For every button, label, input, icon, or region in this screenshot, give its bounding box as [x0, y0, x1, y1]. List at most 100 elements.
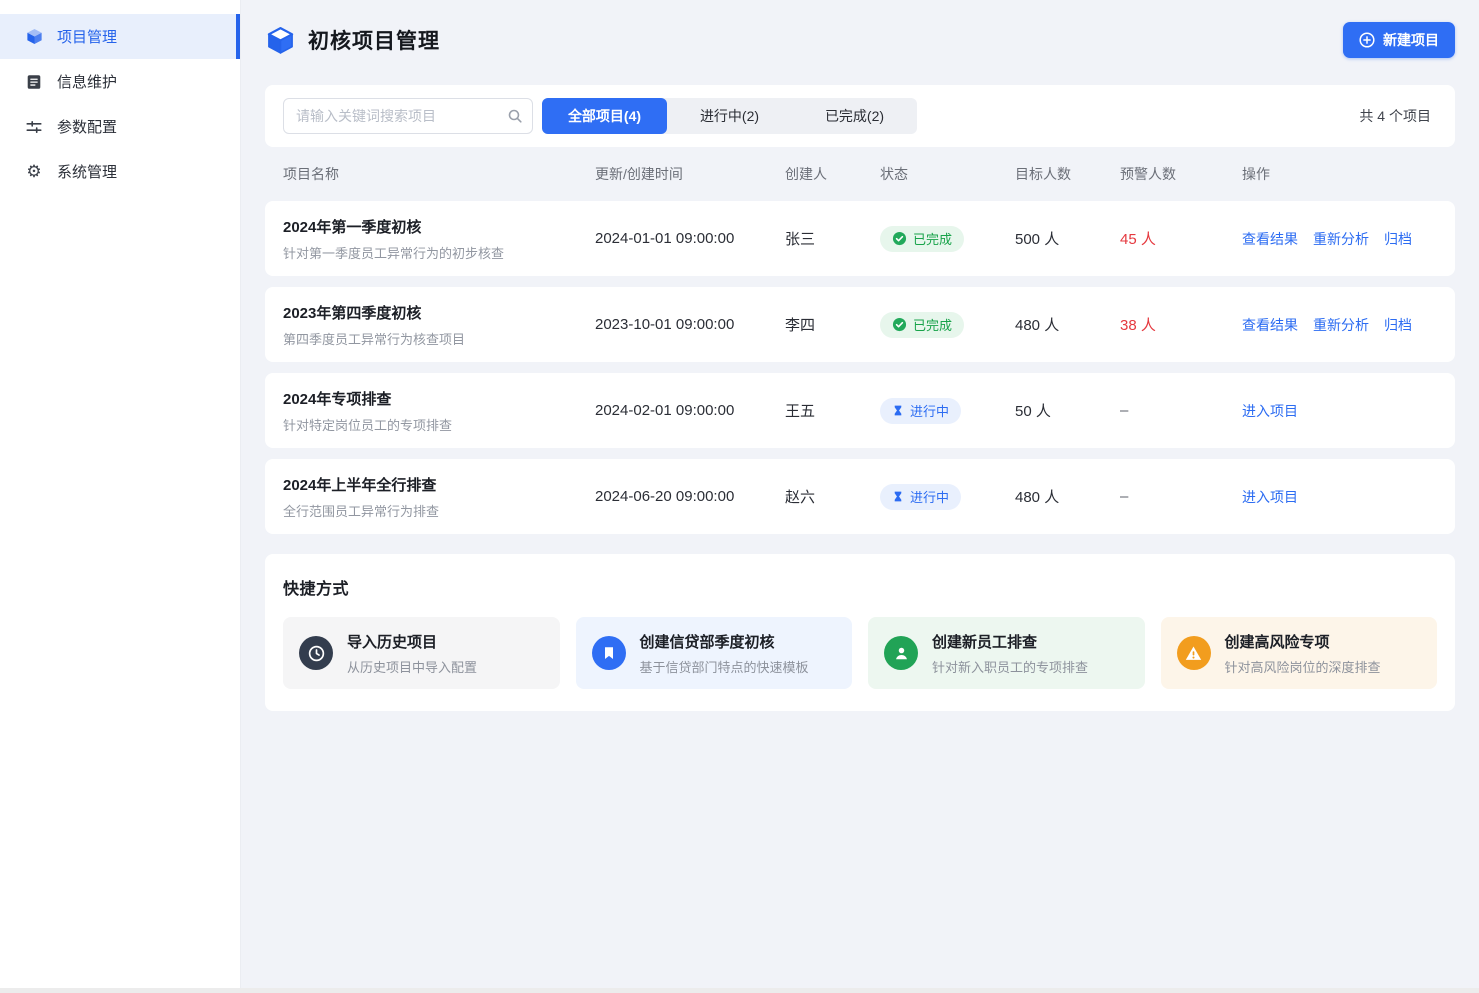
shortcut-card-credit-quarter[interactable]: 创建信贷部季度初核 基于信贷部门特点的快速模板 [576, 617, 853, 689]
column-header-creator: 创建人 [785, 164, 880, 184]
status-badge-label: 已完成 [913, 315, 952, 334]
search-icon[interactable] [507, 108, 523, 129]
project-target-count: 480 人 [1015, 314, 1120, 335]
column-header-warning: 预警人数 [1120, 164, 1242, 184]
action-link[interactable]: 查看结果 [1242, 315, 1298, 335]
table-header: 项目名称 更新/创建时间 创建人 状态 目标人数 预警人数 操作 [265, 147, 1455, 201]
sidebar-item-label: 信息维护 [57, 71, 117, 92]
gear-icon: ⚙ [24, 162, 44, 182]
column-header-time: 更新/创建时间 [595, 164, 785, 184]
column-header-status: 状态 [880, 164, 1015, 184]
page-header-left: 初核项目管理 [265, 25, 440, 56]
shortcut-cards: 导入历史项目 从历史项目中导入配置 创建信贷部季度初核 基于信贷部门特点的快速模… [283, 617, 1437, 689]
project-description: 针对特定岗位员工的专项排查 [283, 415, 595, 434]
shortcut-description: 针对新入职员工的专项排查 [932, 657, 1088, 676]
action-link[interactable]: 进入项目 [1242, 487, 1298, 507]
project-target-count: 500 人 [1015, 228, 1120, 249]
project-status-cell: 进行中 [880, 398, 1015, 424]
hourglass-icon [892, 404, 904, 417]
action-link[interactable]: 进入项目 [1242, 401, 1298, 421]
check-circle-icon [892, 231, 907, 246]
column-header-actions: 操作 [1242, 164, 1437, 184]
action-link[interactable]: 重新分析 [1313, 229, 1369, 249]
column-header-name: 项目名称 [283, 164, 595, 184]
shortcut-description: 针对高风险岗位的深度排查 [1225, 657, 1381, 676]
document-icon [24, 72, 44, 92]
column-header-target: 目标人数 [1015, 164, 1120, 184]
action-link[interactable]: 归档 [1384, 229, 1412, 249]
project-creator: 张三 [785, 228, 880, 249]
status-badge-label: 进行中 [910, 401, 949, 420]
project-time: 2024-06-20 09:00:00 [595, 488, 785, 505]
action-link[interactable]: 重新分析 [1313, 315, 1369, 335]
cube-icon [24, 27, 44, 47]
sidebar-item-label: 系统管理 [57, 161, 117, 182]
action-link[interactable]: 归档 [1384, 315, 1412, 335]
project-description: 针对第一季度员工异常行为的初步核查 [283, 243, 595, 262]
shortcut-title: 创建高风险专项 [1225, 631, 1381, 652]
shortcuts-section: 快捷方式 导入历史项目 从历史项目中导入配置 创建信贷部季度初核 基于信贷部门特… [265, 554, 1455, 711]
hourglass-icon [892, 490, 904, 503]
sidebar-item-system[interactable]: ⚙ 系统管理 [0, 149, 240, 194]
bookmark-icon [592, 636, 626, 670]
project-table: 2024年第一季度初核 针对第一季度员工异常行为的初步核查 2024-01-01… [265, 201, 1455, 534]
status-badge: 已完成 [880, 312, 964, 338]
page-header: 初核项目管理 新建项目 [265, 14, 1455, 66]
project-name-cell: 2023年第四季度初核 第四季度员工异常行为核查项目 [283, 302, 595, 348]
project-time: 2024-01-01 09:00:00 [595, 230, 785, 247]
sidebar-item-params[interactable]: 参数配置 [0, 104, 240, 149]
row-actions: 查看结果重新分析归档 [1242, 229, 1437, 249]
action-link[interactable]: 查看结果 [1242, 229, 1298, 249]
project-name: 2024年第一季度初核 [283, 216, 595, 237]
project-status-cell: 已完成 [880, 312, 1015, 338]
user-icon [884, 636, 918, 670]
table-row: 2024年第一季度初核 针对第一季度员工异常行为的初步核查 2024-01-01… [265, 201, 1455, 276]
status-badge-label: 已完成 [913, 229, 952, 248]
tab-label: 已完成(2) [825, 106, 884, 126]
shortcut-title: 创建信贷部季度初核 [640, 631, 809, 652]
shortcut-card-new-employee[interactable]: 创建新员工排查 针对新入职员工的专项排查 [868, 617, 1145, 689]
project-status-cell: 已完成 [880, 226, 1015, 252]
project-count-label: 共 4 个项目 [1359, 106, 1437, 126]
project-description: 第四季度员工异常行为核查项目 [283, 329, 595, 348]
sidebar-item-info[interactable]: 信息维护 [0, 59, 240, 104]
project-creator: 王五 [785, 400, 880, 421]
table-row: 2024年专项排查 针对特定岗位员工的专项排查 2024-02-01 09:00… [265, 373, 1455, 448]
sliders-icon [24, 117, 44, 137]
search-box [283, 98, 533, 134]
shortcut-title: 导入历史项目 [347, 631, 477, 652]
clock-icon [299, 636, 333, 670]
project-name-cell: 2024年上半年全行排查 全行范围员工异常行为排查 [283, 474, 595, 520]
tab-done[interactable]: 已完成(2) [792, 98, 917, 134]
check-circle-icon [892, 317, 907, 332]
shortcut-card-import-history[interactable]: 导入历史项目 从历史项目中导入配置 [283, 617, 560, 689]
project-time: 2023-10-01 09:00:00 [595, 316, 785, 333]
project-name-cell: 2024年第一季度初核 针对第一季度员工异常行为的初步核查 [283, 216, 595, 262]
sidebar-item-projects[interactable]: 项目管理 [0, 14, 240, 59]
shortcut-card-high-risk[interactable]: 创建高风险专项 针对高风险岗位的深度排查 [1161, 617, 1438, 689]
new-project-button[interactable]: 新建项目 [1343, 22, 1455, 58]
project-name: 2024年专项排查 [283, 388, 595, 409]
search-input[interactable] [283, 98, 533, 134]
tab-progress[interactable]: 进行中(2) [667, 98, 792, 134]
warning-icon [1177, 636, 1211, 670]
project-warning-count: 38 人 [1120, 314, 1242, 335]
plus-circle-icon [1359, 32, 1375, 48]
project-status-cell: 进行中 [880, 484, 1015, 510]
page-title: 初核项目管理 [308, 25, 440, 55]
status-badge-label: 进行中 [910, 487, 949, 506]
project-description: 全行范围员工异常行为排查 [283, 501, 595, 520]
project-target-count: 50 人 [1015, 400, 1120, 421]
project-warning-count: – [1120, 402, 1242, 419]
shortcut-title: 创建新员工排查 [932, 631, 1088, 652]
table-row: 2024年上半年全行排查 全行范围员工异常行为排查 2024-06-20 09:… [265, 459, 1455, 534]
tab-all[interactable]: 全部项目(4) [542, 98, 667, 134]
shortcut-description: 基于信贷部门特点的快速模板 [640, 657, 809, 676]
shortcut-description: 从历史项目中导入配置 [347, 657, 477, 676]
sidebar: 项目管理 信息维护 参数配置 ⚙ 系统管理 [0, 0, 241, 993]
main-content: 初核项目管理 新建项目 全部项目(4)进行中(2) 已完成(2) 共 4 个项目 [241, 0, 1479, 993]
sidebar-item-label: 参数配置 [57, 116, 117, 137]
project-time: 2024-02-01 09:00:00 [595, 402, 785, 419]
project-name: 2023年第四季度初核 [283, 302, 595, 323]
project-creator: 李四 [785, 314, 880, 335]
